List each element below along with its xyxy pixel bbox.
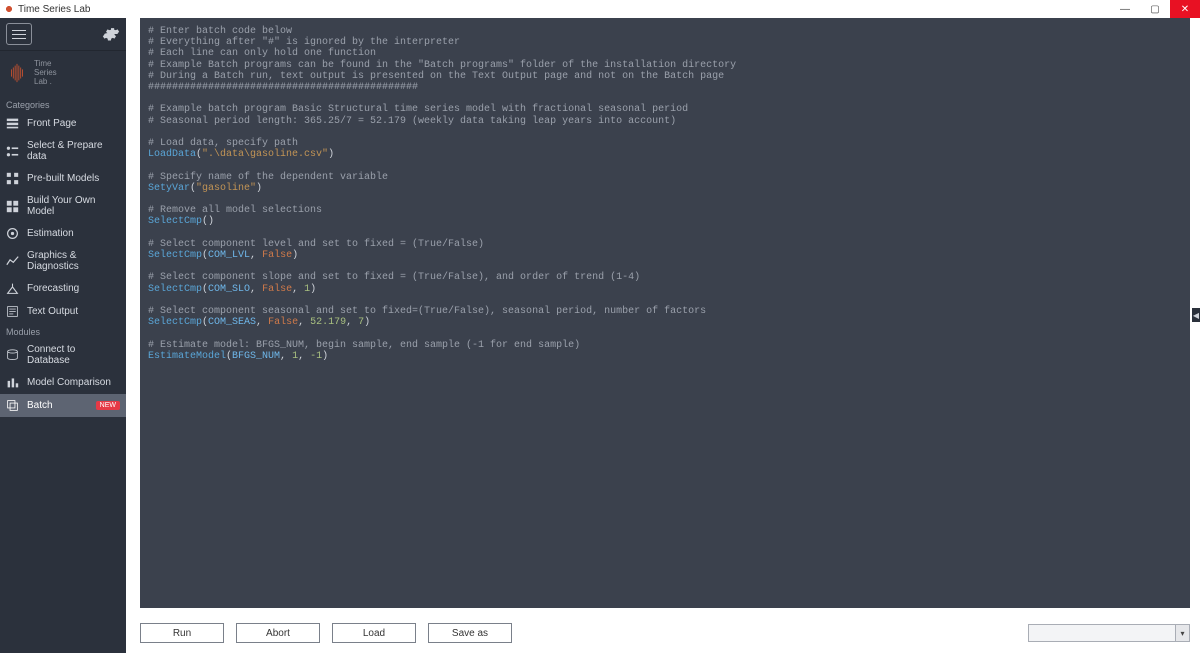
- bottom-toolbar: Run Abort Load Save as ▾: [140, 623, 1190, 643]
- build-icon: [6, 200, 19, 213]
- load-button[interactable]: Load: [332, 623, 416, 643]
- sidebar-item-label: Model Comparison: [27, 377, 111, 388]
- right-collapse-tab[interactable]: ◀: [1192, 308, 1200, 322]
- sidebar-item-label: Front Page: [27, 118, 76, 129]
- maximize-button[interactable]: ▢: [1140, 0, 1170, 18]
- content-area: # Enter batch code below # Everything af…: [126, 18, 1200, 653]
- sidebar-item-label: Pre-built Models: [27, 173, 99, 184]
- file-combo-dropdown[interactable]: ▾: [1176, 624, 1190, 642]
- forecast-icon: [6, 282, 19, 295]
- menu-icon[interactable]: [6, 23, 32, 45]
- brand-line2: Series: [34, 68, 57, 77]
- brand-line3: Lab .: [34, 77, 57, 86]
- sidebar-item-connect-db[interactable]: Connect to Database: [0, 339, 126, 371]
- sidebar-item-label: Estimation: [27, 228, 74, 239]
- sidebar-item-label: Graphics & Diagnostics: [27, 250, 120, 272]
- modules-label: Modules: [0, 323, 126, 339]
- compare-icon: [6, 376, 19, 389]
- titlebar: Time Series Lab — ▢ ✕: [0, 0, 1200, 18]
- database-icon: [6, 349, 19, 362]
- sidebar-item-label: Forecasting: [27, 283, 79, 294]
- code-editor[interactable]: # Enter batch code below # Everything af…: [140, 18, 1190, 608]
- brand-logo-icon: [6, 62, 28, 84]
- close-button[interactable]: ✕: [1170, 0, 1200, 18]
- new-badge: NEW: [96, 401, 120, 410]
- categories-label: Categories: [0, 96, 126, 112]
- file-combo-input[interactable]: [1028, 624, 1176, 642]
- app-icon: [4, 4, 14, 14]
- saveas-button[interactable]: Save as: [428, 623, 512, 643]
- abort-button[interactable]: Abort: [236, 623, 320, 643]
- sidebar-item-label: Batch: [27, 400, 53, 411]
- text-icon: [6, 305, 19, 318]
- chart-icon: [6, 255, 19, 268]
- sidebar-item-label: Select & Prepare data: [27, 140, 120, 162]
- sidebar-item-graphics[interactable]: Graphics & Diagnostics: [0, 245, 126, 277]
- sidebar-item-text-output[interactable]: Text Output: [0, 300, 126, 323]
- sidebar-item-label: Text Output: [27, 306, 78, 317]
- sidebar-item-label: Build Your Own Model: [27, 195, 120, 217]
- brand: Time Series Lab .: [0, 51, 126, 96]
- sidebar-item-label: Connect to Database: [27, 344, 120, 366]
- sidebar-item-build-own[interactable]: Build Your Own Model: [0, 190, 126, 222]
- sidebar-item-prebuilt[interactable]: Pre-built Models: [0, 167, 126, 190]
- sidebar: Time Series Lab . Categories Front Page …: [0, 18, 126, 653]
- sidebar-item-estimation[interactable]: Estimation: [0, 222, 126, 245]
- brand-line1: Time: [34, 59, 57, 68]
- run-button[interactable]: Run: [140, 623, 224, 643]
- grid-icon: [6, 172, 19, 185]
- sidebar-item-batch[interactable]: Batch NEW: [0, 394, 126, 417]
- sidebar-item-forecasting[interactable]: Forecasting: [0, 277, 126, 300]
- window-title: Time Series Lab: [18, 4, 90, 15]
- sidebar-item-front-page[interactable]: Front Page: [0, 112, 126, 135]
- batch-icon: [6, 399, 19, 412]
- sidebar-item-model-compare[interactable]: Model Comparison: [0, 371, 126, 394]
- gear-icon[interactable]: [102, 25, 120, 43]
- select-prepare-icon: [6, 145, 19, 158]
- target-icon: [6, 227, 19, 240]
- front-page-icon: [6, 117, 19, 130]
- minimize-button[interactable]: —: [1110, 0, 1140, 18]
- sidebar-item-select-prepare[interactable]: Select & Prepare data: [0, 135, 126, 167]
